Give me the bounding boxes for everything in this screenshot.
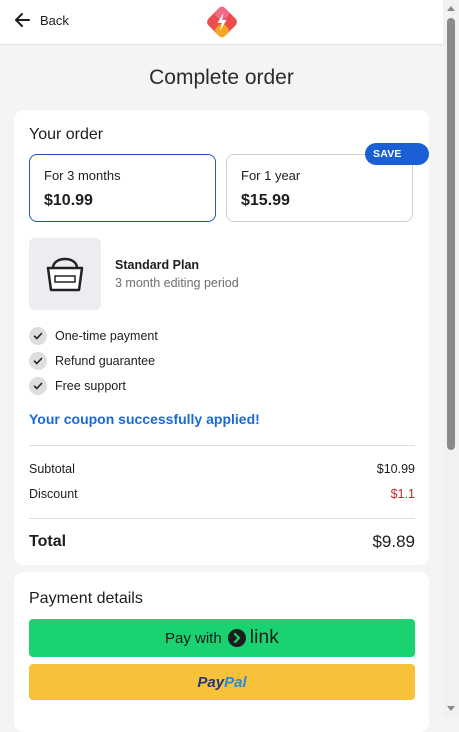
link-logo-icon (227, 629, 246, 647)
plan-price: $15.99 (241, 192, 290, 209)
feature-label: Free support (55, 379, 126, 393)
check-icon (29, 327, 47, 345)
brand-logo-icon[interactable] (204, 4, 240, 40)
feature-item: Refund guarantee (29, 352, 155, 370)
pay-with-label: Pay with (164, 629, 222, 647)
pay-with-link-button[interactable]: Pay with link (29, 619, 415, 657)
feature-item: Free support (29, 377, 126, 395)
feature-item: One-time payment (29, 327, 158, 345)
check-icon (29, 352, 47, 370)
save-badge: SAVE 70% (365, 143, 429, 182)
back-label: Back (40, 12, 69, 28)
discount-label: Discount (29, 487, 78, 501)
arrow-left-icon (15, 13, 30, 27)
divider (29, 518, 415, 519)
paypal-button[interactable]: Pay Pal (29, 664, 415, 700)
discount-value: $1.1 (390, 487, 415, 501)
scrollbar[interactable] (443, 0, 459, 717)
plan-option-3-months[interactable]: For 3 months $10.99 (29, 154, 216, 222)
link-brand-label: link (249, 627, 279, 648)
product-description: 3 month editing period (115, 276, 239, 290)
plan-name: For 3 months (44, 168, 121, 183)
paypal-brand-part1: Pay (197, 673, 225, 691)
plan-name: For 1 year (241, 168, 301, 183)
subtotal-value: $10.99 (376, 462, 415, 476)
order-title: Your order (29, 126, 104, 143)
top-bar: Back (0, 0, 443, 45)
shopping-bag-icon (46, 257, 84, 292)
feature-label: One-time payment (55, 329, 158, 343)
product-thumbnail (29, 238, 101, 310)
check-icon (29, 377, 47, 395)
subtotal-label: Subtotal (29, 462, 75, 476)
total-label: Total (29, 533, 67, 550)
payment-title: Payment details (29, 590, 143, 607)
back-button[interactable]: Back (14, 12, 69, 28)
feature-label: Refund guarantee (55, 354, 156, 368)
paypal-brand-part2: Pal (224, 673, 247, 691)
plan-price: $10.99 (44, 192, 93, 209)
order-card: Your order For 3 months $10.99 For 1 yea… (14, 110, 429, 565)
payment-card: Payment details Pay with link Pay Pal (14, 572, 429, 732)
scroll-down-arrow-icon[interactable] (447, 706, 455, 711)
page-title: Complete order (149, 66, 294, 89)
product-name: Standard Plan (115, 258, 200, 272)
total-value: $9.89 (372, 532, 415, 551)
divider (29, 445, 415, 446)
scroll-thumb[interactable] (447, 18, 455, 450)
coupon-message: Your coupon successfully applied! (29, 411, 260, 427)
scroll-up-arrow-icon[interactable] (447, 6, 455, 11)
